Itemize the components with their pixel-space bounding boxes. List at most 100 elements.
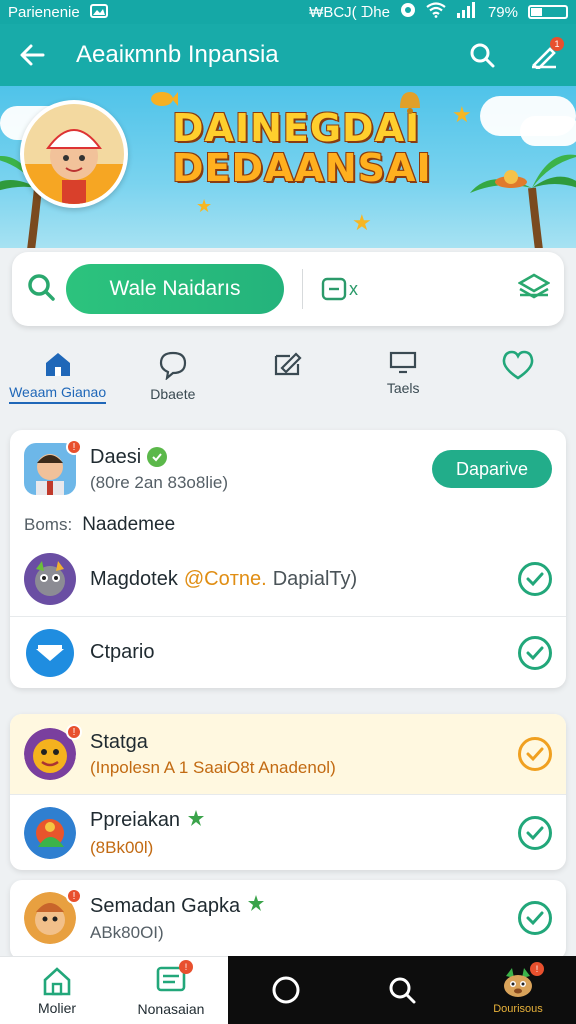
approve-button[interactable]: Daparive [432,450,552,488]
search-icon[interactable] [26,272,56,307]
nav-mascot-label: Dourisous [493,1002,543,1015]
heart-icon [503,350,534,380]
check-icon[interactable] [518,635,552,670]
filter-button[interactable] [517,273,551,306]
nav-search[interactable] [344,975,460,1005]
notification-button[interactable]: 1 [528,37,564,71]
notification-badge: ! [66,888,82,904]
leaf-icon [186,808,206,834]
friend-name: Semadan Gapka [90,894,241,917]
banner-title: DAINEGDAI DEDAANSAI [172,108,432,188]
tab-tools[interactable]: Taels [346,350,461,412]
game-subtitle: (8Bk00l) [90,837,154,857]
star-icon: ★ [352,210,372,235]
search-button[interactable] [466,39,498,71]
avatar [24,553,76,605]
friends-card: ! Semadan Gapka ABk80OI) [10,880,566,960]
tag-icon [321,277,347,301]
nav-mascot[interactable]: ! Dourisous [460,961,576,1015]
contacts-card: ! Daesi (80re 2an 83o8lie) Daparive Boms… [10,430,566,688]
friend-subtitle: ABk80OI) [90,923,164,942]
leaf-icon [246,893,266,919]
battery-icon [528,5,568,19]
circle-icon [272,976,300,1004]
list-item[interactable]: ! Statga (Inpolesn A 1 SaaiO8t Anadenol) [10,714,566,794]
list-item[interactable]: Ctpario [10,616,566,688]
tab-tools-label: Taels [386,380,420,396]
games-card: ! Statga (Inpolesn A 1 SaaiO8t Anadenol)… [10,714,566,870]
profile-avatar[interactable] [20,100,128,208]
app-bar: Aeaiкmnb Inpansia 1 [0,24,576,86]
bottom-navigation: Molier ! Nonasaian ! Dourisous [0,956,576,1024]
record-icon [400,2,416,22]
fish-icon [151,92,178,106]
check-icon[interactable] [518,815,552,850]
avatar [24,806,76,859]
nav-inbox[interactable]: ! Nonasaian [114,957,228,1024]
stack-icon [517,273,551,298]
check-icon[interactable] [518,901,552,935]
avatar: ! [24,724,82,780]
tab-chat[interactable]: Dbaete [115,350,230,412]
contact-subtitle: (80re 2an 83o8lie) [90,472,228,492]
search-card: Wale Naidarıs x [12,252,564,326]
tab-favorites[interactable] [461,350,576,412]
palm-tree-right [470,154,576,248]
nav-home-button[interactable] [228,975,344,1005]
tab-home-label: Weaam Gianao [9,384,107,404]
check-icon[interactable] [518,737,552,771]
ufo-icon [495,170,527,188]
game-name: Ppreiakan [90,809,181,831]
star-icon: ★ [196,196,213,216]
tab-home[interactable]: Weaam Gianao [0,350,115,412]
tab-edit[interactable] [230,350,345,412]
search-button[interactable]: Wale Naidarıs [66,264,284,314]
search-icon [389,977,416,1004]
notification-badge: ! [179,960,193,974]
banner-title-line1: DAINEGDAI [172,106,421,150]
status-bar: Parienenie ₩BCJ( ᗪhe 79% [0,0,576,24]
arrow-left-icon [20,44,45,66]
status-center-text: ₩BCJ( ᗪhe [309,3,390,21]
check-icon[interactable] [518,562,552,596]
image-icon [89,3,108,21]
notification-badge: 1 [550,37,564,51]
tab-bar: Weaam Gianao Dbaete Taels [0,350,576,412]
back-button[interactable] [16,39,48,71]
nav-home[interactable]: Molier [0,957,114,1024]
section-label-value: Naademee [82,514,176,535]
monitor-icon [390,351,417,374]
home-icon [43,966,71,995]
bell-icon [400,92,420,114]
character-avatar-image [24,104,124,204]
verified-icon [147,447,168,467]
status-left-text: Parienenie [8,3,80,21]
list-item[interactable]: Magdotek @Coтne. DapialTy) [10,542,566,616]
nav-home-label: Molier [37,999,77,1016]
contact-detail: DapialTy) [272,567,358,590]
battery-text: 79% [487,3,518,21]
page-title: Aeaiкmnb Inpansia [76,41,279,68]
list-item[interactable]: ! Daesi (80re 2an 83o8lie) Daparive [10,430,566,508]
clear-filter-button[interactable]: x [321,277,358,301]
chat-icon [159,351,186,380]
tab-chat-label: Dbaete [150,386,196,402]
hero-banner: DAINEGDAI DEDAANSAI ★ ★ ★ [0,86,576,248]
avatar: ! [24,439,82,495]
game-name: Statga [90,730,148,753]
avatar [24,627,76,679]
star-icon: ★ [452,102,472,127]
list-item[interactable]: ! Semadan Gapka ABk80OI) [10,880,566,956]
contact-tag: @Coтne. [183,567,267,590]
notification-badge: ! [66,439,82,455]
search-icon [470,43,495,68]
signal-icon [456,2,478,22]
contact-name: Magdotek [90,567,178,590]
list-item[interactable]: Ppreiakan (8Bk00l) [10,794,566,870]
game-subtitle: (Inpolesn A 1 SaaiO8t Anadenol) [90,757,336,777]
edit-icon [274,352,302,376]
banner-title-line2: DEDAANSAI [172,146,432,190]
clear-label: x [349,278,358,299]
home-icon [45,353,70,376]
wifi-icon [426,2,446,22]
